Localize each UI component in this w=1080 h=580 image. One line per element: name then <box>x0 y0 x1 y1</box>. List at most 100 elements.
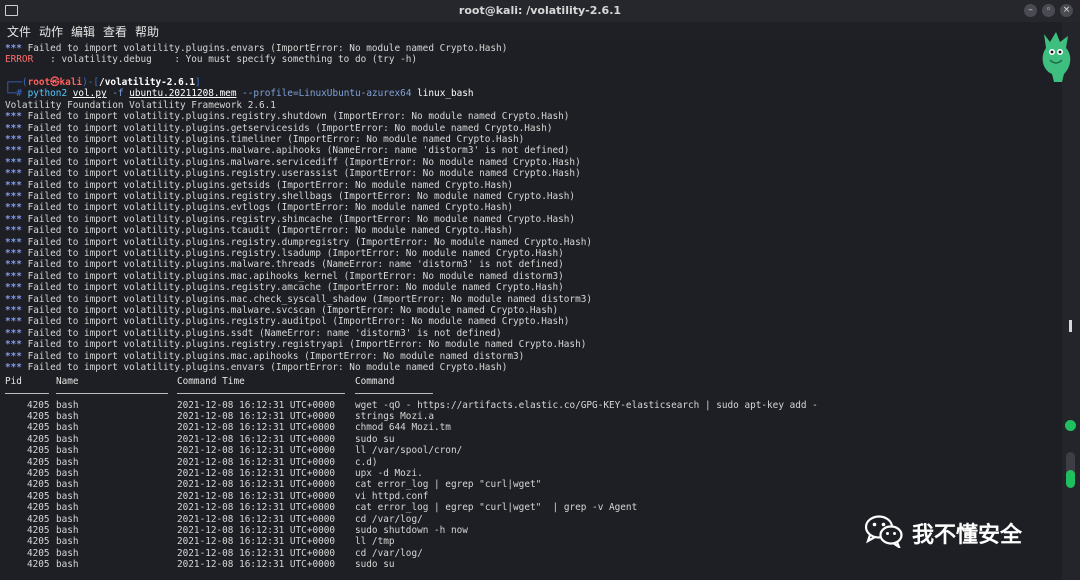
menu-edit[interactable]: 编辑 <box>71 23 95 40</box>
cell-pid: 4205 <box>27 456 50 468</box>
error-mark: *** <box>5 156 28 168</box>
error-mark: *** <box>5 327 28 339</box>
cell-command: cd /var/log/ <box>355 513 423 525</box>
error-line: *** Failed to import volatility.plugins.… <box>5 145 569 156</box>
header-command-time: Command Time <box>177 376 245 387</box>
error-mark: *** <box>5 350 28 362</box>
error-line: *** Failed to import volatility.plugins.… <box>5 259 564 270</box>
banner-line: Volatility Foundation Volatility Framewo… <box>5 99 276 111</box>
error-text: Failed to import volatility.plugins.malw… <box>27 145 570 157</box>
error-line: *** Failed to import volatility.plugins.… <box>5 271 564 282</box>
cell-time: 2021-12-08 16:12:31 UTC+0000 <box>177 490 336 502</box>
output-line: ERROR : volatility.debug : You must spec… <box>5 54 418 66</box>
menu-help[interactable]: 帮助 <box>135 23 159 40</box>
cell-command: vi httpd.conf <box>355 490 429 502</box>
menu-file[interactable]: 文件 <box>7 23 31 40</box>
error-line: *** Failed to import volatility.plugins.… <box>5 282 564 293</box>
prompt-user: root㉿kali <box>27 77 83 88</box>
cell-time: 2021-12-08 16:12:31 UTC+0000 <box>177 467 336 479</box>
error-mark: *** <box>5 43 28 54</box>
cell-time: 2021-12-08 16:12:31 UTC+0000 <box>177 502 336 514</box>
cell-name: bash <box>56 456 79 468</box>
error-text: Failed to import volatility.plugins.malw… <box>27 305 559 316</box>
cell-name: bash <box>56 422 79 434</box>
cell-name: bash <box>56 559 79 571</box>
menu-view[interactable]: 查看 <box>103 23 127 40</box>
prompt-path: /volatility-2.6.1 <box>99 77 195 88</box>
volume-slider[interactable] <box>1066 452 1075 488</box>
cell-time: 2021-12-08 16:12:31 UTC+0000 <box>177 456 336 468</box>
error-text: Failed to import volatility.plugins.mac.… <box>27 293 593 305</box>
error-text: Failed to import volatility.plugins.gets… <box>27 122 553 134</box>
menu-action[interactable]: 动作 <box>39 23 63 40</box>
cell-name: bash <box>56 445 79 457</box>
error-mark: *** <box>5 362 28 373</box>
error-mark: *** <box>5 316 28 328</box>
shell-prompt: ┌──(root㉿kali)-[/volatility-2.6.1] <box>5 77 201 88</box>
cell-pid: 4205 <box>27 410 50 422</box>
error-mark: *** <box>5 248 28 259</box>
error-text: Failed to import volatility.plugins.ssdt… <box>27 327 502 339</box>
cell-pid: 4205 <box>27 513 50 525</box>
cell-pid: 4205 <box>27 467 50 479</box>
error-line: *** Failed to import volatility.plugins.… <box>5 237 592 248</box>
error-text: Failed to import volatility.plugins.regi… <box>27 282 564 294</box>
error-line: *** Failed to import volatility.plugins.… <box>5 180 513 191</box>
error-label: ERROR <box>5 54 34 66</box>
cell-time: 2021-12-08 16:12:31 UTC+0000 <box>177 422 336 434</box>
error-line: *** Failed to import volatility.plugins.… <box>5 134 524 145</box>
error-text: Failed to import volatility.plugins.regi… <box>27 339 587 351</box>
error-line: *** Failed to import volatility.plugins.… <box>5 191 575 202</box>
error-text: Failed to import volatility.plugins.gets… <box>27 179 513 191</box>
cell-command: c.d) <box>355 456 378 468</box>
header-command: Command <box>355 376 395 387</box>
error-mark: *** <box>5 339 28 351</box>
error-line: *** Failed to import volatility.plugins.… <box>5 202 513 213</box>
cell-name: bash <box>56 547 79 559</box>
cell-pid: 4205 <box>27 524 50 536</box>
cell-name: bash <box>56 410 79 422</box>
error-text: Failed to import volatility.plugins.evtl… <box>27 202 513 214</box>
cell-command: cat error_log | egrep "curl|wget" <box>355 479 542 491</box>
error-mark: *** <box>5 134 28 145</box>
error-text: Failed to import volatility.plugins.regi… <box>27 111 570 123</box>
cell-time: 2021-12-08 16:12:31 UTC+0000 <box>177 479 336 491</box>
header-rule <box>177 393 345 394</box>
cell-command: wget -qO - https://artifacts.elastic.co/… <box>355 399 818 411</box>
terminal-output[interactable]: *** Failed to import volatility.plugins.… <box>0 40 1062 580</box>
cell-pid: 4205 <box>27 479 50 491</box>
cell-pid: 4205 <box>27 445 50 457</box>
error-line: *** Failed to import volatility.plugins.… <box>5 248 564 259</box>
cell-time: 2021-12-08 16:12:31 UTC+0000 <box>177 433 336 445</box>
error-line: *** Failed to import volatility.plugins.… <box>5 328 502 339</box>
minimize-button[interactable]: – <box>1024 4 1037 17</box>
wechat-icon <box>864 515 903 548</box>
header-name: Name <box>56 376 79 387</box>
header-rule <box>355 393 433 394</box>
error-mark: *** <box>5 225 28 237</box>
error-line: *** Failed to import volatility.plugins.… <box>5 111 569 122</box>
error-text: Failed to import volatility.plugins.regi… <box>27 248 564 259</box>
status-dot <box>1065 420 1076 431</box>
scrollbar-thumb[interactable] <box>1069 320 1072 332</box>
error-text: Failed to import volatility.plugins.time… <box>27 134 525 145</box>
output-line: *** Failed to import volatility.plugins.… <box>5 43 508 54</box>
window-titlebar: root@kali: /volatility-2.6.1 – ◦ × <box>0 0 1080 22</box>
cell-time: 2021-12-08 16:12:31 UTC+0000 <box>177 524 336 536</box>
cell-pid: 4205 <box>27 399 50 411</box>
watermark-text: 我不懂安全 <box>912 523 1023 548</box>
error-text: Failed to import volatility.plugins.regi… <box>27 168 581 180</box>
error-line: *** Failed to import volatility.plugins.… <box>5 339 586 350</box>
cell-pid: 4205 <box>27 490 50 502</box>
error-mark: *** <box>5 293 28 305</box>
error-mark: *** <box>5 213 28 225</box>
error-mark: *** <box>5 305 28 316</box>
maximize-button[interactable]: ◦ <box>1042 4 1055 17</box>
error-line: *** Failed to import volatility.plugins.… <box>5 225 513 236</box>
header-pid: Pid <box>5 376 22 387</box>
error-text: Failed to import volatility.plugins.tcau… <box>27 225 513 237</box>
error-text: Failed to import volatility.plugins.regi… <box>27 191 576 202</box>
cell-pid: 4205 <box>27 422 50 434</box>
close-button[interactable]: × <box>1060 4 1073 17</box>
wechat-watermark: 我不懂安全 <box>864 512 1054 552</box>
